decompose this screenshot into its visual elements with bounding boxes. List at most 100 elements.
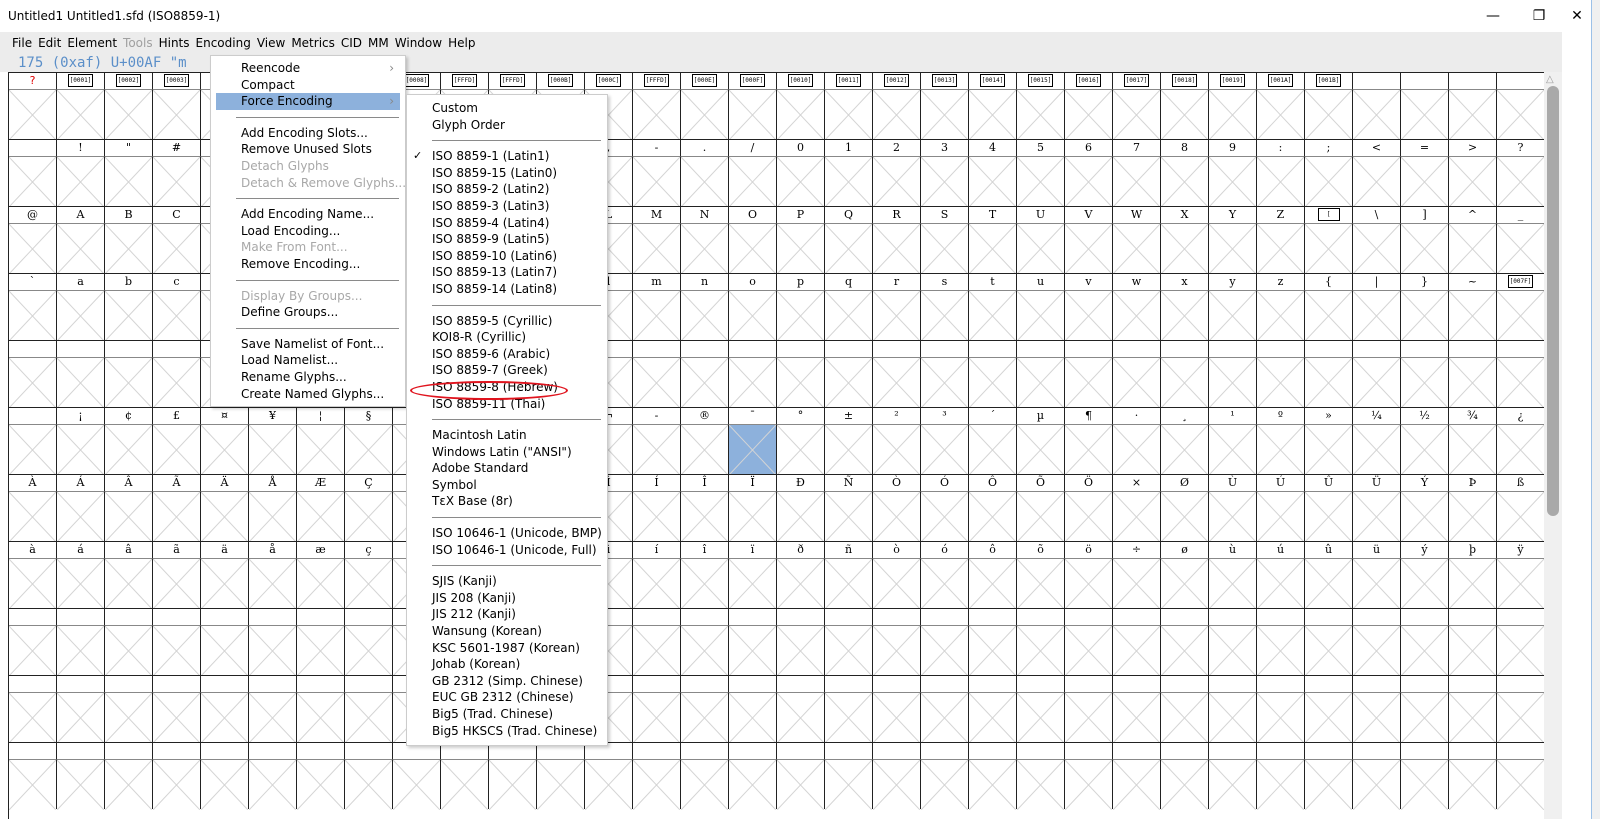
glyph-label[interactable] [201, 675, 249, 692]
glyph-cell[interactable] [1497, 558, 1544, 609]
glyph-cell[interactable] [441, 759, 489, 810]
glyph-label[interactable]: s [921, 273, 969, 290]
glyph-label[interactable]: × [1113, 474, 1161, 491]
glyph-cell[interactable] [1161, 759, 1209, 810]
glyph-cell[interactable] [1113, 424, 1161, 475]
glyph-label[interactable]: Ò [873, 474, 921, 491]
glyph-cell[interactable] [681, 692, 729, 743]
glyph-label[interactable]: ` [9, 273, 57, 290]
glyph-cell[interactable] [1449, 558, 1497, 609]
glyph-cell[interactable] [105, 223, 153, 274]
glyph-label[interactable]: a [57, 273, 105, 290]
glyph-label[interactable]: ò [873, 541, 921, 558]
glyph-cell[interactable] [1017, 625, 1065, 676]
glyph-label[interactable] [1449, 608, 1497, 625]
glyph-cell[interactable] [633, 491, 681, 542]
glyph-cell[interactable] [1161, 692, 1209, 743]
glyph-cell[interactable] [1209, 692, 1257, 743]
glyph-cell[interactable] [9, 290, 57, 341]
glyph-cell[interactable] [1209, 625, 1257, 676]
glyph-cell[interactable] [1017, 692, 1065, 743]
glyph-cell[interactable] [1401, 89, 1449, 140]
glyph-cell[interactable] [1353, 357, 1401, 408]
glyph-label[interactable] [153, 742, 201, 759]
glyph-cell[interactable] [1065, 89, 1113, 140]
glyph-cell[interactable] [1257, 223, 1305, 274]
glyph-cell[interactable] [825, 156, 873, 207]
glyph-cell[interactable] [153, 223, 201, 274]
glyph-cell[interactable] [1305, 89, 1353, 140]
glyph-label[interactable]: @ [9, 206, 57, 223]
glyph-label[interactable] [57, 742, 105, 759]
glyph-label[interactable]: Û [1305, 474, 1353, 491]
glyph-cell[interactable] [9, 424, 57, 475]
glyph-label[interactable]: V [1065, 206, 1113, 223]
glyph-cell[interactable] [681, 223, 729, 274]
glyph-label[interactable] [1401, 608, 1449, 625]
glyph-cell[interactable] [1161, 223, 1209, 274]
glyph-label[interactable]: c [153, 273, 201, 290]
glyph-cell[interactable] [1257, 491, 1305, 542]
glyph-label[interactable]: » [1305, 407, 1353, 424]
glyph-cell[interactable] [1257, 290, 1305, 341]
glyph-label[interactable]: ? [1497, 139, 1544, 156]
glyph-label[interactable] [1353, 72, 1401, 89]
menu-item-remove-unused-slots[interactable]: Remove Unused Slots [216, 141, 400, 158]
glyph-label[interactable]: û [1305, 541, 1353, 558]
glyph-label[interactable] [1449, 742, 1497, 759]
glyph-label[interactable] [1113, 742, 1161, 759]
menu-item-rename-glyphs[interactable]: Rename Glyphs... [216, 369, 400, 386]
glyph-cell[interactable] [297, 625, 345, 676]
glyph-label[interactable] [777, 742, 825, 759]
glyph-label[interactable]: [FFFD] [633, 72, 681, 89]
glyph-cell[interactable] [921, 424, 969, 475]
glyph-cell[interactable] [921, 759, 969, 810]
glyph-cell[interactable] [1065, 156, 1113, 207]
menu-item-iso-8859-4-latin4[interactable]: ISO 8859-4 (Latin4) [407, 215, 607, 232]
glyph-label[interactable]: Ö [1065, 474, 1113, 491]
glyph-label[interactable]: ¥ [249, 407, 297, 424]
glyph-cell[interactable] [1065, 692, 1113, 743]
glyph-cell[interactable] [297, 491, 345, 542]
glyph-label[interactable] [729, 608, 777, 625]
menu-item-load-namelist[interactable]: Load Namelist... [216, 352, 400, 369]
glyph-cell[interactable] [57, 156, 105, 207]
glyph-label[interactable]: Õ [1017, 474, 1065, 491]
glyph-cell[interactable] [1161, 156, 1209, 207]
glyph-label[interactable] [297, 675, 345, 692]
glyph-cell[interactable] [105, 692, 153, 743]
glyph-label[interactable]: À [9, 474, 57, 491]
glyph-cell[interactable] [57, 491, 105, 542]
glyph-cell[interactable] [1017, 357, 1065, 408]
glyph-cell[interactable] [1449, 89, 1497, 140]
glyph-cell[interactable] [249, 424, 297, 475]
glyph-cell[interactable] [873, 424, 921, 475]
menu-item-koi8-r-cyrillic[interactable]: KOI8-R (Cyrillic) [407, 329, 607, 346]
glyph-cell[interactable] [681, 759, 729, 810]
glyph-cell[interactable] [1305, 290, 1353, 341]
glyph-cell[interactable] [9, 558, 57, 609]
menu-item-adobe-standard[interactable]: Adobe Standard [407, 460, 607, 477]
glyph-label[interactable]: ¶ [1065, 407, 1113, 424]
glyph-label[interactable] [201, 608, 249, 625]
glyph-cell[interactable] [1401, 491, 1449, 542]
glyph-cell[interactable] [9, 156, 57, 207]
glyph-label[interactable]: Ä [201, 474, 249, 491]
glyph-label[interactable]: C [153, 206, 201, 223]
glyph-cell[interactable] [1353, 558, 1401, 609]
glyph-label[interactable] [1161, 742, 1209, 759]
glyph-label[interactable]: } [1401, 273, 1449, 290]
glyph-label[interactable]: 0 [777, 139, 825, 156]
glyph-cell[interactable] [873, 89, 921, 140]
glyph-label[interactable] [681, 675, 729, 692]
menu-window[interactable]: Window [392, 36, 445, 50]
glyph-cell[interactable] [969, 692, 1017, 743]
glyph-cell[interactable] [1353, 424, 1401, 475]
glyph-label[interactable] [729, 675, 777, 692]
glyph-label[interactable]: Ð [777, 474, 825, 491]
glyph-label[interactable] [9, 139, 57, 156]
glyph-cell[interactable] [633, 89, 681, 140]
glyph-cell[interactable] [1209, 290, 1257, 341]
glyph-label[interactable]: [0019] [1209, 72, 1257, 89]
glyph-label[interactable]: [007F] [1497, 273, 1544, 290]
